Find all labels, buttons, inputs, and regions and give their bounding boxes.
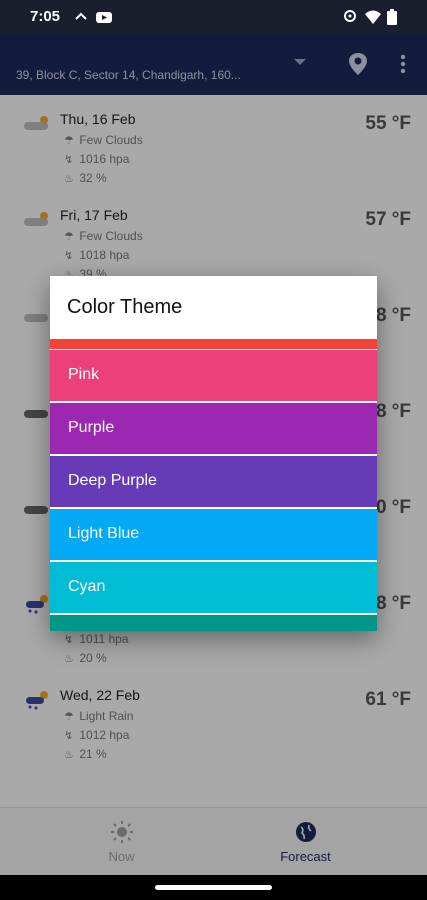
status-time: 7:05 xyxy=(30,8,61,25)
battery-icon xyxy=(387,9,397,25)
color-option-cyan[interactable]: Cyan xyxy=(50,562,377,613)
color-option-label: Purple xyxy=(68,419,115,436)
status-bar: 7:05 xyxy=(0,0,427,34)
wifi-icon xyxy=(365,10,381,24)
youtube-icon xyxy=(96,12,112,23)
sync-icon xyxy=(75,12,87,20)
color-option-deep-purple[interactable]: Deep Purple xyxy=(50,456,377,507)
location-status-icon xyxy=(344,10,356,22)
gesture-bar xyxy=(0,875,427,900)
color-option-pink[interactable]: Pink xyxy=(50,350,377,401)
color-option-label: Light Blue xyxy=(68,525,140,542)
color-option-red[interactable] xyxy=(50,339,377,349)
color-option-teal[interactable] xyxy=(50,615,377,631)
color-option-purple[interactable]: Purple xyxy=(50,403,377,454)
color-option-label: Cyan xyxy=(68,578,106,595)
color-option-light-blue[interactable]: Light Blue xyxy=(50,509,377,560)
color-option-label: Pink xyxy=(68,366,100,383)
dialog-title: Color Theme xyxy=(67,296,183,318)
color-option-label: Deep Purple xyxy=(68,472,157,489)
color-theme-dialog: Color Theme Pink Purple Deep Purple Ligh… xyxy=(50,276,377,631)
gesture-handle[interactable] xyxy=(155,885,272,890)
